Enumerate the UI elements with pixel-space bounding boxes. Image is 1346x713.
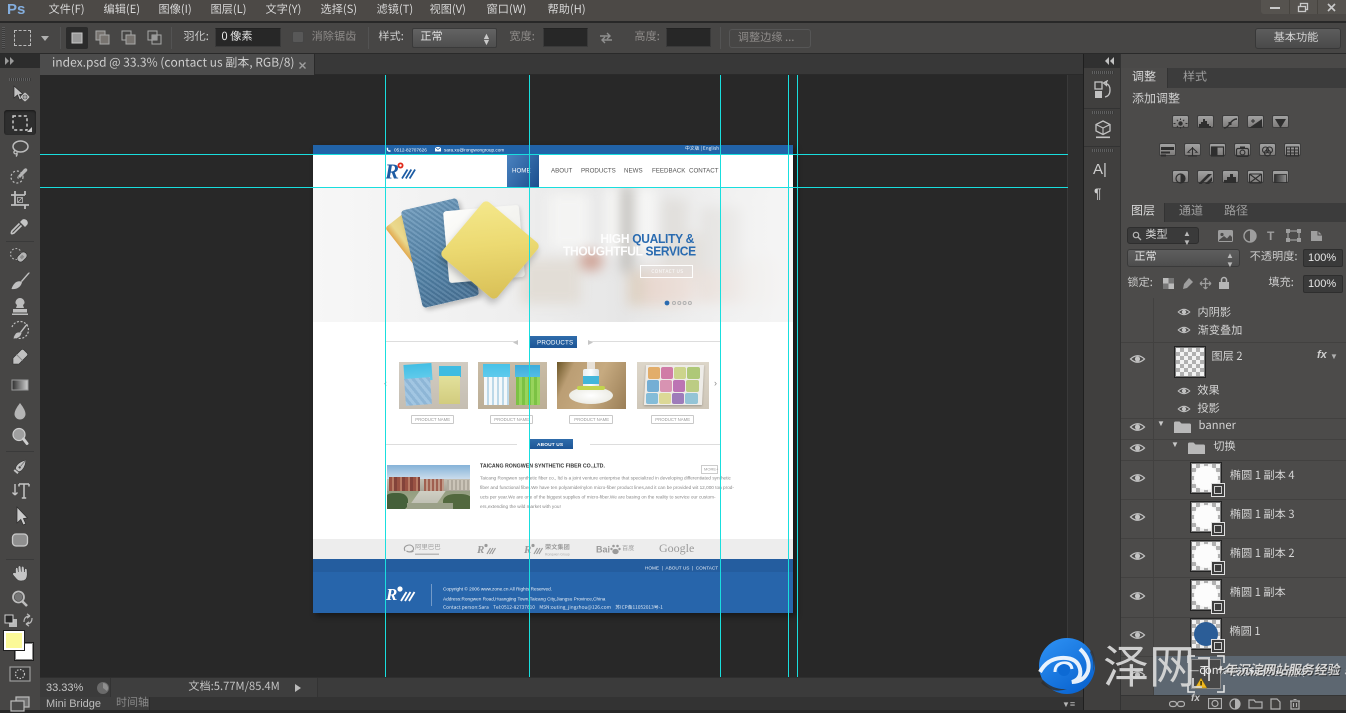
svg-text:R: R xyxy=(524,544,531,556)
svg-text:Rongwen Group: Rongwen Group xyxy=(545,553,570,557)
svg-text:R: R xyxy=(386,585,397,604)
svg-text:R: R xyxy=(477,544,484,556)
svg-text:R: R xyxy=(385,161,399,183)
svg-text:Bai: Bai xyxy=(596,545,610,555)
